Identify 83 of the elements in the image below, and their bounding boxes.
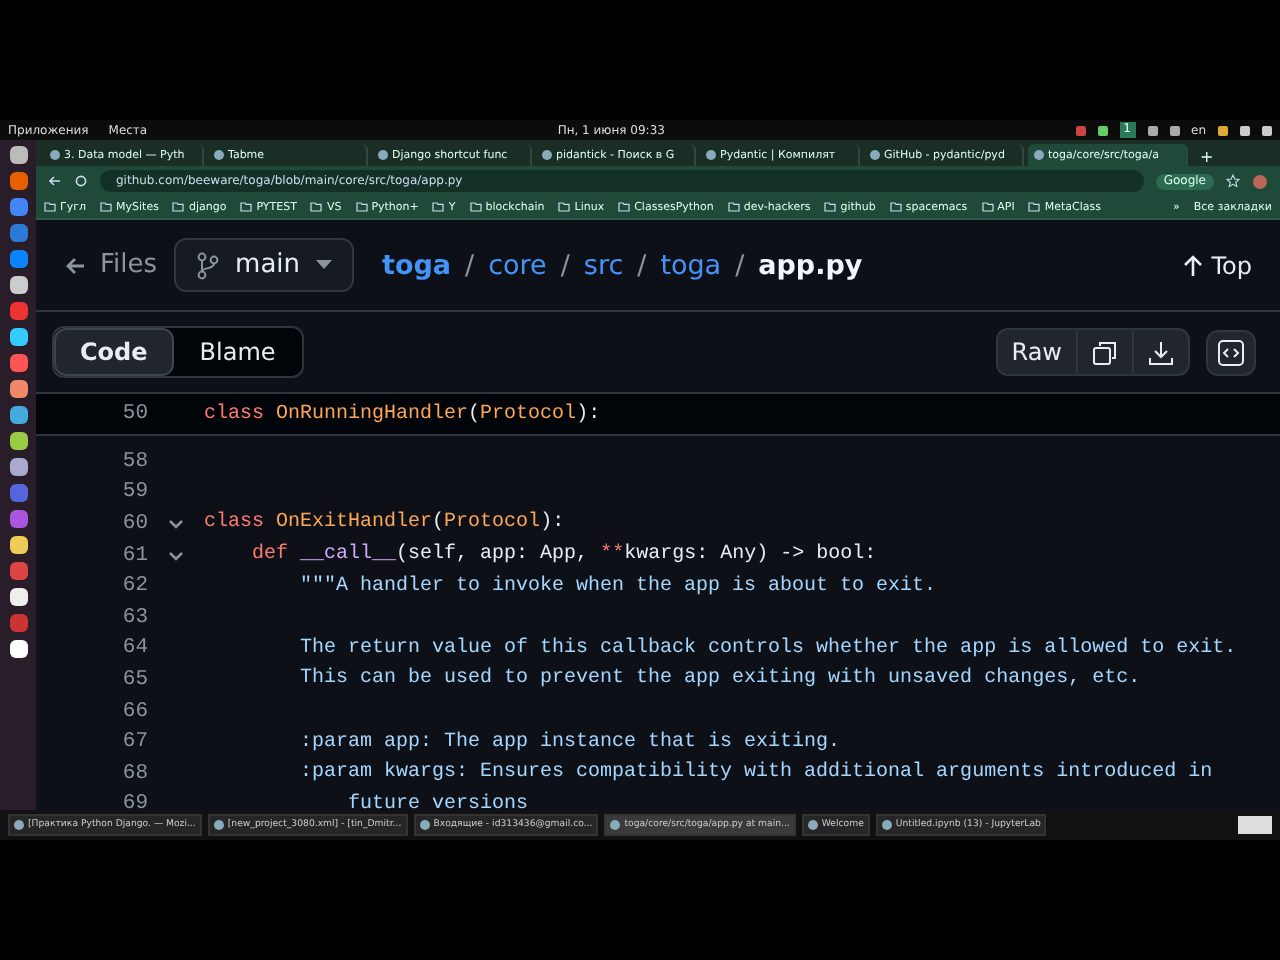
breadcrumb-link[interactable]: src [583,249,624,281]
code-text: """A handler to invoke when the app is about to exit. [298,575,937,598]
file-name: app.py [758,249,863,281]
tray-icon[interactable] [1147,125,1157,135]
breadcrumb-separator: / [465,249,475,281]
favicon-icon [706,150,716,160]
folder-icon [355,202,368,212]
back-arrow-icon [64,253,88,277]
line-number: 61 [120,543,148,568]
folder-icon [240,202,253,212]
branch-button[interactable]: main [173,238,355,292]
breadcrumb-link[interactable]: core [488,249,547,281]
tray-icon[interactable] [1169,125,1179,135]
copy-icon [1092,339,1118,365]
top-link[interactable]: Top [1181,251,1252,279]
folder-icon [618,202,631,212]
app-icon [807,820,818,830]
folder-icon [889,202,902,212]
up-arrow-icon [1181,253,1204,277]
view-tab[interactable]: Blame [173,328,302,376]
code-text: :param app: The app instance that is exiting. [298,731,841,754]
code-text: def __call__(self, app: App, **kwargs: Any) -> bool: [250,544,877,567]
tray-icon[interactable] [1240,125,1250,135]
reload-icon[interactable] [74,174,88,188]
line-number: 58 [120,449,148,474]
star-icon[interactable] [1226,174,1240,188]
caret-icon [316,260,333,270]
breadcrumb-separator: / [735,249,745,281]
code-text: class OnExitHandler(Protocol): [204,512,565,535]
breadcrumb-separator: / [637,249,647,281]
folder-icon [432,202,445,212]
workspace-switcher[interactable] [1238,816,1272,834]
line-number: 64 [120,636,148,661]
branch-icon [195,251,220,279]
files-link[interactable]: Files [64,250,158,280]
code-text: class OnRunningHandler(Protocol): [204,403,601,425]
line-number: 62 [120,574,148,599]
code-text: The return value of this callback controls whether the app is allowed to exit. [298,637,1237,660]
power-icon[interactable] [1262,125,1272,135]
profile-avatar-icon[interactable] [1252,173,1268,189]
app-icon [610,820,621,830]
line-number: 65 [120,667,148,692]
line-number: 59 [120,480,148,505]
folder-icon [981,202,994,212]
code-text: future versions [346,793,529,810]
favicon-icon [378,150,388,160]
tray-icon[interactable] [1218,125,1228,135]
code-brackets-icon [1218,339,1244,365]
new-tab-button[interactable]: + [1192,148,1214,166]
folder-icon [172,202,185,212]
favicon-icon [50,150,60,160]
breadcrumb-link[interactable]: toga [382,249,452,281]
folder-icon [824,202,837,212]
folder-icon [469,202,482,212]
code-text: :param kwargs: Ensures compatibility with additional arguments introduced in [298,762,1213,785]
favicon-icon [1034,150,1044,160]
app-icon [14,820,24,830]
favicon-icon [870,150,880,160]
back-arrow-icon[interactable] [48,174,62,188]
breadcrumb-link[interactable]: toga [660,249,722,281]
download-icon [1148,339,1174,365]
line-number: 60 [120,511,148,536]
favicon-icon [214,150,224,160]
symbols-button[interactable] [1206,329,1256,375]
line-number: 66 [120,699,148,724]
folder-icon [310,202,323,212]
favicon-icon [542,150,552,160]
breadcrumb-separator: / [560,249,570,281]
folder-icon [727,202,740,212]
line-number: 67 [120,730,148,755]
app-icon [213,820,224,830]
code-text: This can be used to prevent the app exiting with unsaved changes, etc. [298,668,1141,691]
folder-icon [1028,202,1041,212]
folder-icon [100,202,113,212]
view-tab[interactable]: Code [54,328,174,376]
line-number: 63 [120,605,148,630]
line-number: 69 [120,792,148,810]
app-icon [419,820,430,830]
folder-icon [44,202,56,212]
line-number: 50 [120,402,148,426]
folder-icon [558,202,571,212]
line-number: 68 [120,761,148,786]
app-icon [881,820,892,830]
